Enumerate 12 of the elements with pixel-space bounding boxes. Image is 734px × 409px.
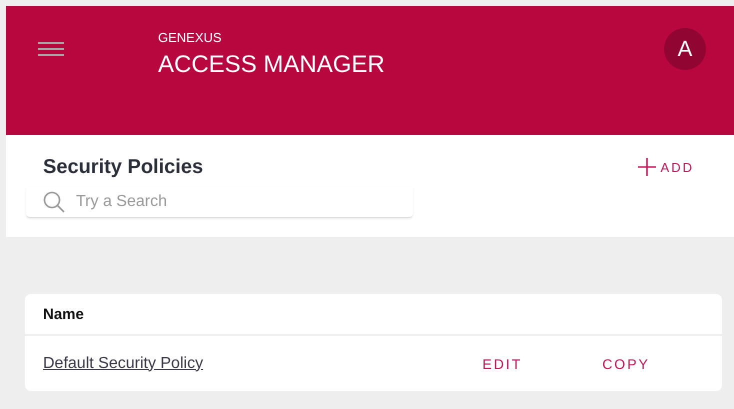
menu-icon[interactable] <box>38 39 66 59</box>
column-header: Name <box>43 306 84 322</box>
copy-button[interactable]: COPY <box>602 352 722 376</box>
edit-button[interactable]: EDIT <box>482 352 602 376</box>
brand-label: GENEXUS <box>158 31 222 45</box>
app-title: ACCESS MANAGER <box>158 51 385 79</box>
search-icon <box>42 190 66 214</box>
user-avatar[interactable]: A <box>664 28 706 70</box>
policy-link[interactable]: Default Security Policy <box>43 354 482 372</box>
add-button[interactable]: ADD <box>636 155 694 179</box>
page-title: Security Policies <box>43 155 204 179</box>
plus-icon <box>636 157 657 177</box>
